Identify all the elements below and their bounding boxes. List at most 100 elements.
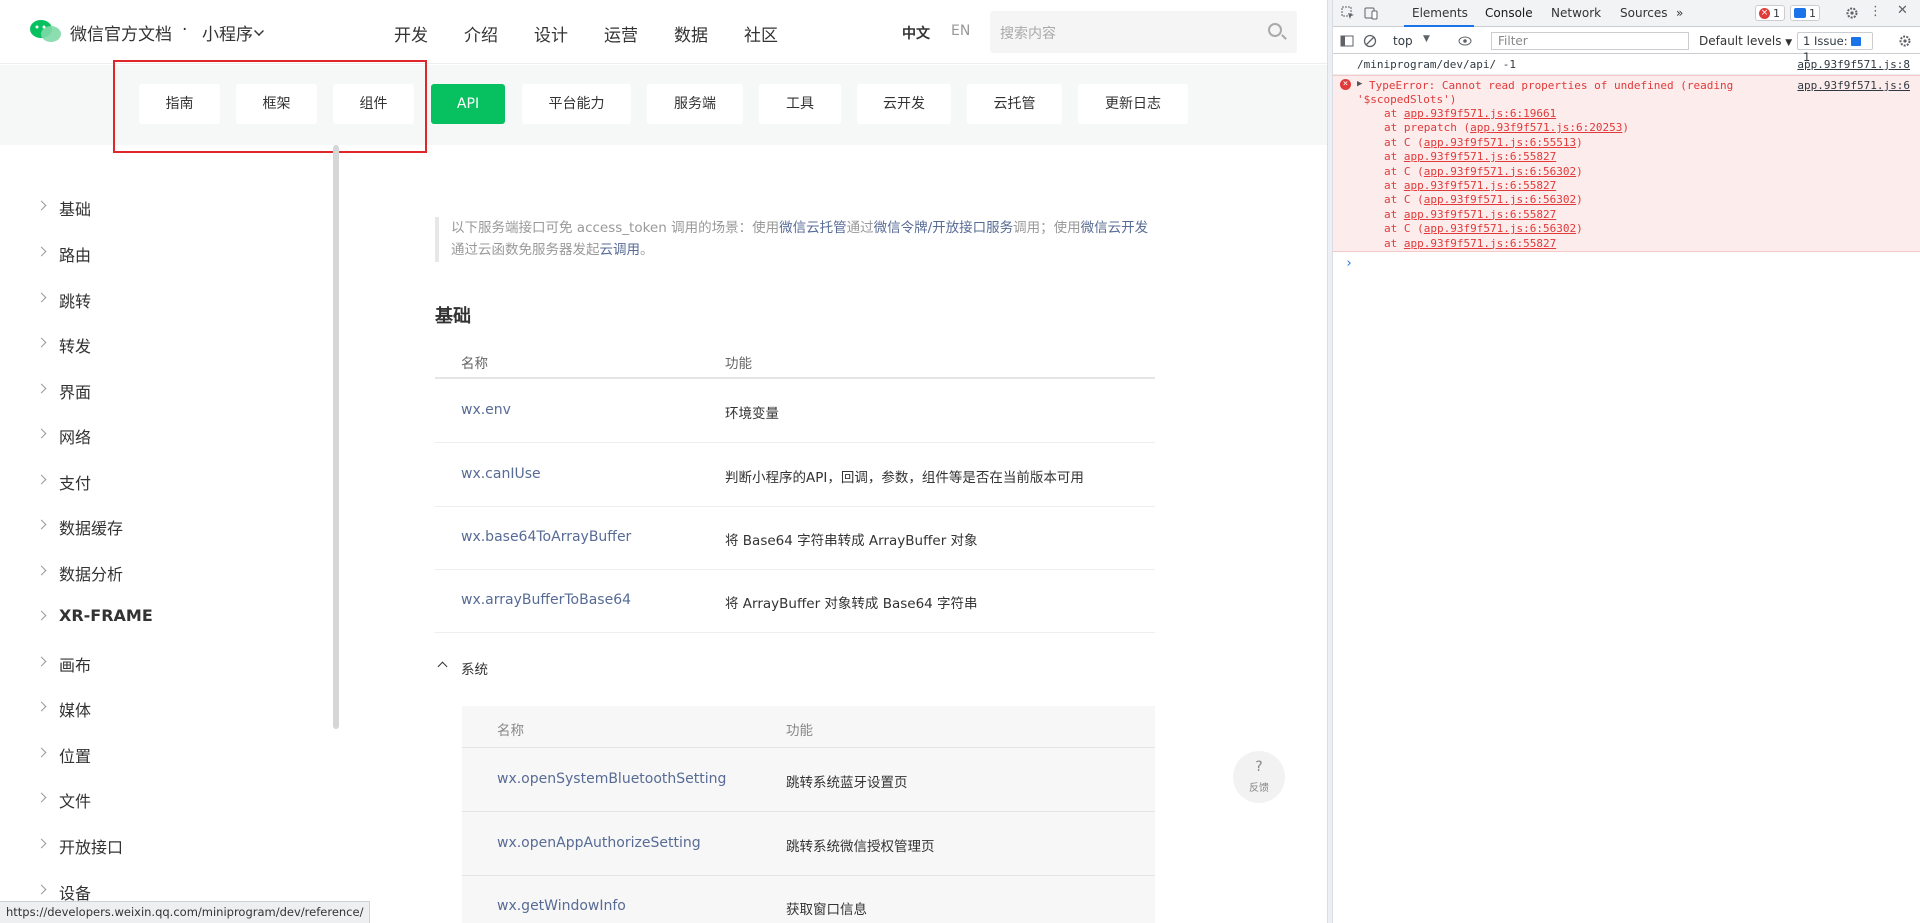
- message-count: 1: [1809, 7, 1816, 20]
- tab-tools[interactable]: 工具: [759, 84, 841, 124]
- nav-community[interactable]: 社区: [744, 21, 778, 46]
- tab-changelog[interactable]: 更新日志: [1078, 84, 1188, 124]
- stack-frame-link[interactable]: app.93f9f571.js:6:19661: [1404, 107, 1556, 120]
- stack-frame-link[interactable]: app.93f9f571.js:6:56302: [1424, 193, 1576, 206]
- stack-frame-link[interactable]: app.93f9f571.js:6:55827: [1404, 150, 1556, 163]
- nav-data[interactable]: 数据: [674, 21, 708, 46]
- tab-console[interactable]: Console: [1485, 6, 1533, 20]
- section-title: 基础: [435, 306, 471, 327]
- message-count-badge[interactable]: 1: [1790, 5, 1820, 21]
- stack-frame-link[interactable]: app.93f9f571.js:6:55827: [1404, 237, 1556, 250]
- gear-icon[interactable]: [1845, 6, 1859, 20]
- error-source-link[interactable]: app.93f9f571.js:6: [1797, 79, 1910, 92]
- context-selector[interactable]: top: [1393, 34, 1413, 48]
- api-link[interactable]: wx.canIUse: [461, 466, 541, 482]
- api-link[interactable]: wx.arrayBufferToBase64: [461, 592, 631, 608]
- stack-frame-link[interactable]: app.93f9f571.js:6:20253: [1470, 121, 1622, 134]
- brand-title[interactable]: 微信官方文档: [70, 20, 172, 45]
- wechat-logo-icon[interactable]: [29, 18, 62, 44]
- api-link[interactable]: wx.openSystemBluetoothSetting: [497, 771, 726, 787]
- sidebar-item-label: 开放接口: [59, 838, 124, 857]
- link-cloud-dev[interactable]: 微信云开发: [1081, 220, 1149, 236]
- device-toolbar-icon[interactable]: [1364, 6, 1378, 20]
- stack-frame-prefix: at: [1384, 107, 1404, 120]
- console-settings-icon[interactable]: [1898, 34, 1912, 48]
- inspect-element-icon[interactable]: [1341, 6, 1355, 20]
- feedback-button[interactable]: ? 反馈: [1233, 751, 1285, 803]
- stack-frame-link[interactable]: app.93f9f571.js:6:55827: [1404, 179, 1556, 192]
- log-levels-dropdown[interactable]: Default levels ▼: [1699, 34, 1792, 48]
- table-row: wx.getWindowInfo 获取窗口信息: [462, 876, 1155, 923]
- error-count-badge[interactable]: × 1: [1755, 5, 1785, 21]
- sidebar: [0, 145, 336, 923]
- issues-button[interactable]: 1 Issue: 1: [1797, 32, 1873, 64]
- note-text: 。: [640, 242, 654, 258]
- console-error-entry: × ▶ TypeError: Cannot read properties of…: [1333, 75, 1920, 252]
- api-link[interactable]: wx.openAppAuthorizeSetting: [497, 835, 701, 851]
- note-text: 调用；使用: [1013, 220, 1081, 236]
- api-desc: 跳转系统蓝牙设置页: [786, 775, 908, 791]
- clear-console-icon[interactable]: [1363, 34, 1377, 48]
- stack-frame-link[interactable]: app.93f9f571.js:6:56302: [1424, 222, 1576, 235]
- console-prompt[interactable]: ›: [1345, 256, 1353, 271]
- status-bar-url: https://developers.weixin.qq.com/minipro…: [0, 901, 371, 923]
- link-cloud-call[interactable]: 云调用: [600, 242, 641, 258]
- table-row: wx.canIUse 判断小程序的API，回调，参数，组件等是否在当前版本可用: [435, 444, 1155, 507]
- sidebar-item-label: 数据分析: [59, 565, 124, 584]
- nav-operate[interactable]: 运营: [604, 21, 638, 46]
- console-toolbar: top ▼ Filter Default levels ▼ 1 Issue: 1: [1333, 28, 1920, 64]
- tab-elements[interactable]: Elements: [1412, 6, 1468, 20]
- log-source-link[interactable]: app.93f9f571.js:8: [1797, 58, 1910, 71]
- tab-cloud-hosting[interactable]: 云托管: [967, 84, 1062, 124]
- tab-platform[interactable]: 平台能力: [522, 84, 631, 124]
- tab-cloud-dev[interactable]: 云开发: [857, 84, 951, 124]
- table-row: wx.openSystemBluetoothSetting 跳转系统蓝牙设置页: [462, 749, 1155, 812]
- stack-frame: at C (app.93f9f571.js:6:56302): [1384, 193, 1583, 206]
- nav-intro[interactable]: 介绍: [464, 21, 498, 46]
- tab-api[interactable]: API: [431, 84, 505, 124]
- api-desc: 将 ArrayBuffer 对象转成 Base64 字符串: [725, 596, 978, 612]
- table-row: wx.env 环境变量: [435, 380, 1155, 443]
- stack-frame: at C (app.93f9f571.js:6:56302): [1384, 222, 1583, 235]
- more-vert-icon[interactable]: ⋮: [1869, 4, 1882, 19]
- nav-design[interactable]: 设计: [534, 21, 568, 46]
- docs-page: 微信官方文档 · 小程序 开发 介绍 设计 运营 数据 社区 中文 EN 搜索内…: [0, 0, 1327, 923]
- sidebar-item-label: 界面: [59, 383, 92, 402]
- api-desc: 判断小程序的API，回调，参数，组件等是否在当前版本可用: [725, 470, 1084, 486]
- more-tabs-icon[interactable]: »: [1676, 6, 1683, 20]
- lang-english[interactable]: EN: [951, 23, 970, 39]
- sidebar-toggle-icon[interactable]: [1340, 34, 1354, 48]
- link-token-service[interactable]: 微信令牌/开放接口服务: [874, 220, 1014, 236]
- tab-network[interactable]: Network: [1551, 6, 1601, 20]
- stack-frame-link[interactable]: app.93f9f571.js:6:55827: [1404, 208, 1556, 221]
- sidebar-item-label: 位置: [59, 747, 92, 766]
- brand-separator: ·: [182, 20, 188, 40]
- error-icon: ×: [1759, 8, 1770, 19]
- sidebar-scrollbar[interactable]: [333, 145, 339, 729]
- stack-frame-prefix: at C (: [1384, 222, 1424, 236]
- nav-dev[interactable]: 开发: [394, 21, 428, 46]
- api-link[interactable]: wx.env: [461, 402, 511, 418]
- caret-down-icon: ▼: [1785, 38, 1793, 48]
- close-icon[interactable]: ✕: [1897, 3, 1908, 18]
- search-input[interactable]: 搜索内容: [990, 11, 1297, 53]
- chevron-down-icon[interactable]: [254, 26, 264, 36]
- filter-input[interactable]: Filter: [1491, 32, 1689, 50]
- link-cloud-hosting[interactable]: 微信云托管: [779, 220, 847, 236]
- eye-icon[interactable]: [1458, 34, 1472, 48]
- error-message-cont: '$scopedSlots'): [1357, 93, 1457, 106]
- active-tab-indicator: [1404, 25, 1474, 27]
- stack-frame-link[interactable]: app.93f9f571.js:6:56302: [1424, 165, 1576, 178]
- table-header: 名称 功能: [435, 339, 1155, 379]
- note-text: 通过云函数免服务器发起: [451, 242, 600, 258]
- lang-chinese[interactable]: 中文: [902, 23, 930, 43]
- search-icon[interactable]: [1268, 23, 1282, 37]
- tab-sources[interactable]: Sources: [1620, 6, 1667, 20]
- api-link[interactable]: wx.base64ToArrayBuffer: [461, 529, 631, 545]
- top-header: 微信官方文档 · 小程序 开发 介绍 设计 运营 数据 社区 中文 EN 搜索内…: [0, 0, 1327, 64]
- tab-server[interactable]: 服务端: [647, 84, 743, 124]
- stack-frame-link[interactable]: app.93f9f571.js:6:55513: [1424, 136, 1576, 149]
- product-selector[interactable]: 小程序: [202, 20, 253, 45]
- api-link[interactable]: wx.getWindowInfo: [497, 898, 626, 914]
- expand-triangle-icon[interactable]: ▶: [1357, 79, 1362, 89]
